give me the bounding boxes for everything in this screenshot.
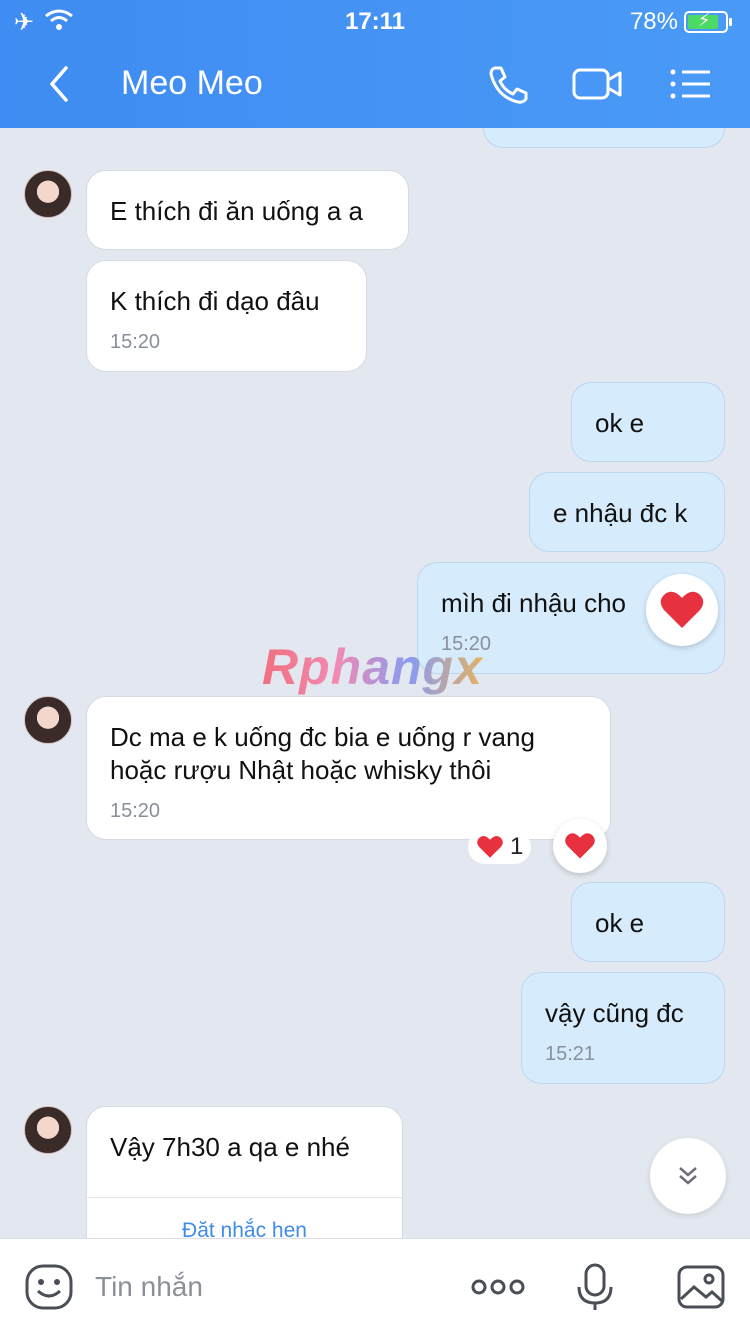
message-bubble[interactable]: ok e [571,882,725,962]
microphone-button[interactable] [570,1263,620,1311]
double-chevron-down-icon [679,1167,697,1185]
message-text: K thích đi dạo đâu [110,286,320,316]
phone-icon [489,66,528,104]
image-button[interactable] [676,1263,726,1311]
reaction-count: 1 [510,833,524,860]
message-bubble[interactable]: e nhậu đc k [529,472,725,552]
reaction-count-badge[interactable]: 1 [468,830,532,864]
more-button[interactable] [470,1263,526,1311]
avatar[interactable] [24,1106,72,1154]
watermark: Rphangx [262,639,483,695]
video-icon [572,68,622,100]
chat-area[interactable]: E thích đi ăn uống a a K thích đi dạo đâ… [0,128,750,1238]
top-bar: ✈ 17:11 78% ⚡ Meo Meo [0,0,750,128]
video-call-button[interactable] [572,62,622,106]
message-bubble[interactable]: E thích đi ăn uống a a [86,170,409,250]
image-icon [677,1265,725,1309]
status-right: 78% ⚡ [629,8,732,36]
menu-button[interactable] [668,62,718,106]
message-text: ok e [595,408,645,438]
message-text: e nhậu đc k [553,498,688,528]
status-bar: ✈ 17:11 78% ⚡ [0,0,750,40]
set-reminder-button[interactable]: Đặt nhắc hẹn [87,1197,402,1238]
avatar[interactable] [24,170,72,218]
sticker-icon [25,1264,73,1310]
message-bubble[interactable]: vậy cũng đc 15:21 [521,972,725,1084]
scroll-down-button[interactable] [650,1138,726,1214]
message-text: E thích đi ăn uống a a [110,196,363,226]
message-bubble[interactable]: Vậy 7h30 a qa e nhé Đặt nhắc hẹn [86,1106,403,1238]
more-dots-icon [471,1279,525,1295]
avatar[interactable] [24,696,72,744]
battery-percent: 78% [629,8,678,35]
reaction-heart-button[interactable] [646,574,718,646]
message-text: Vậy 7h30 a qa e nhé [110,1132,350,1162]
microphone-icon [577,1263,613,1310]
message-bubble[interactable]: ok e [571,382,725,462]
battery-icon: ⚡ [684,10,732,33]
sticker-button[interactable] [24,1263,74,1311]
message-time: 15:20 [110,331,161,353]
menu-list-icon [670,69,710,99]
chevron-left-icon [50,66,68,102]
chat-title[interactable]: Meo Meo [121,64,263,103]
message-input[interactable]: Tin nhắn [95,1271,203,1303]
heart-icon [477,836,503,858]
message-time: 15:21 [545,1043,596,1065]
message-input-bar: Tin nhắn [0,1238,750,1334]
message-bubble[interactable]: K thích đi dạo đâu 15:20 [86,260,367,372]
message-bubble[interactable]: Dc ma e k uống đc bia e uống r vang hoặc… [86,696,611,840]
chat-header: Meo Meo [0,40,750,128]
message-bubble-partial[interactable] [483,128,725,148]
message-time: 15:20 [110,800,161,822]
message-text: Dc ma e k uống đc bia e uống r vang hoặc… [110,722,535,785]
back-button[interactable] [40,64,80,104]
call-button[interactable] [483,62,533,106]
reaction-heart-button[interactable] [553,819,607,873]
message-text: vậy cũng đc [545,998,684,1028]
heart-icon [565,833,595,859]
message-text: ok e [595,908,645,938]
heart-icon [660,591,704,628]
